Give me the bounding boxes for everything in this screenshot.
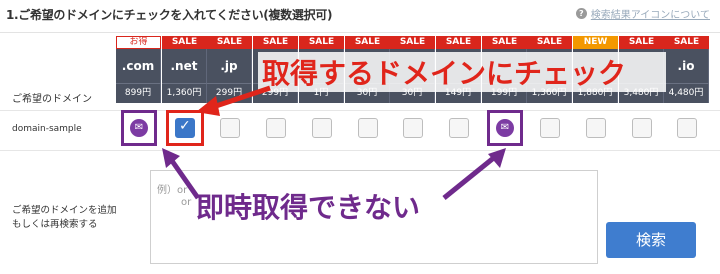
domain-checkbox[interactable] [586, 118, 606, 138]
tld-name: .io [664, 49, 709, 83]
unavailable-mail-icon: ✉ [130, 119, 148, 137]
annotation-check-text: 取得するドメインにチェック [262, 57, 627, 90]
domain-checkbox[interactable] [632, 118, 652, 138]
domain-checkbox[interactable] [540, 118, 560, 138]
tld-price: 899円 [116, 83, 161, 103]
tld-badge: SALE [345, 36, 390, 49]
annotation-red-arrow [196, 85, 271, 116]
unavailable-mail-icon: ✉ [496, 119, 514, 137]
tld-badge: SALE [619, 36, 664, 49]
domain-checkbox[interactable] [449, 118, 469, 138]
help-link[interactable]: 検索結果アイコンについて [591, 6, 710, 21]
help-link-container[interactable]: ? 検索結果アイコンについて [575, 6, 710, 21]
tld-badge: SALE [207, 36, 252, 49]
annotation-purple-arrows [162, 148, 506, 200]
domain-checkbox[interactable] [358, 118, 378, 138]
tld-name: .com [116, 49, 161, 83]
tld-badge: お得 [116, 36, 161, 49]
domain-checkbox[interactable] [312, 118, 332, 138]
search-button[interactable]: 検索 [606, 222, 696, 258]
tld-badge: SALE [436, 36, 481, 49]
tld-badge: SALE [162, 36, 207, 49]
tld-badge: SALE [253, 36, 298, 49]
tld-column: SALE .io 4,480円 [664, 36, 709, 103]
domain-checkbox[interactable] [403, 118, 423, 138]
question-icon: ? [575, 8, 587, 19]
section-heading: 1.ご希望のドメインにチェックを入れてください(複数選択可) [6, 8, 333, 22]
tld-badge: SALE [482, 36, 527, 49]
add-domain-label-2: もしくは再検索する [12, 219, 98, 230]
tld-badge: SALE [527, 36, 572, 49]
tld-price: 4,480円 [664, 83, 709, 103]
tld-badge: SALE [299, 36, 344, 49]
tld-badge: SALE [664, 36, 709, 49]
sample-domain-label: domain-sample [12, 124, 82, 134]
add-domain-label-1: ご希望のドメインを追加 [12, 205, 117, 216]
tld-badge: SALE [390, 36, 435, 49]
divider [0, 110, 720, 111]
tld-badge: NEW [573, 36, 618, 49]
domain-row-label: ご希望のドメイン [12, 94, 92, 105]
domain-checkbox[interactable] [677, 118, 697, 138]
tld-column: お得 .com 899円 [116, 36, 161, 103]
